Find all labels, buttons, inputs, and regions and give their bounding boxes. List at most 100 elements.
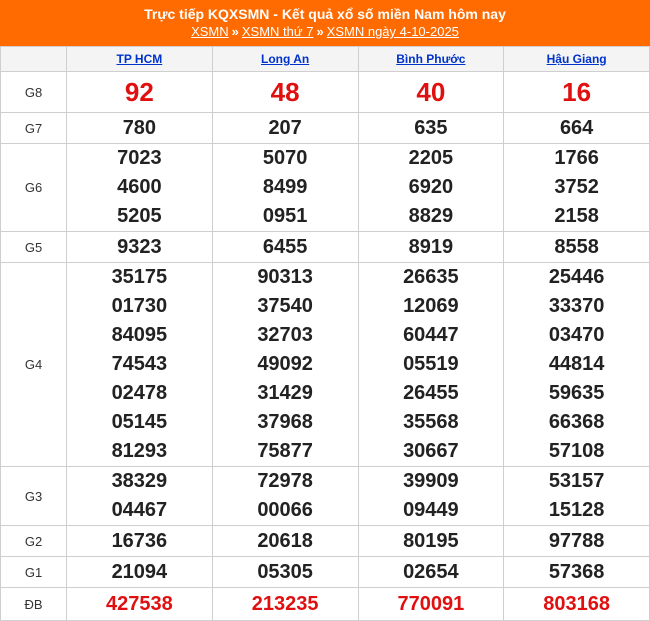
prize-number: 92 xyxy=(124,77,154,107)
prize-row: ĐB 427538 213235 770091 803168 xyxy=(0,587,650,621)
prize-row: G6 7023 4600 5205 5070 8499 0951 2205 6920 8829 17… xyxy=(0,143,650,232)
prize-cell: 92 xyxy=(66,71,213,113)
province-header: Bình Phước xyxy=(357,46,505,72)
prize-number: 97788 xyxy=(548,530,605,552)
prize-number: 20618 xyxy=(257,530,313,552)
prize-cell: 39909 09449 xyxy=(357,466,505,526)
prize-cell: 21094 xyxy=(66,556,213,588)
prize-label: G6 xyxy=(0,143,67,232)
prize-number: 90313 xyxy=(257,266,313,288)
prize-cell: 16 xyxy=(503,71,650,113)
prize-number: 26455 xyxy=(403,382,459,404)
prize-number: 4600 xyxy=(117,176,162,198)
province-header: Long An xyxy=(211,46,359,72)
prize-number: 02654 xyxy=(403,561,459,583)
prize-cell: 02654 xyxy=(357,556,505,588)
province-link-binh-phuoc[interactable]: Bình Phước xyxy=(396,52,465,66)
prize-number: 33370 xyxy=(548,295,605,317)
prize-cell: 1766 3752 2158 xyxy=(503,143,650,232)
prize-label: G8 xyxy=(0,71,67,113)
prize-label: G3 xyxy=(0,466,67,526)
prize-cell: 40 xyxy=(357,71,505,113)
prize-row: G3 38329 04467 72978 00066 39909 09449 53157 151… xyxy=(0,466,650,526)
prize-cell: 207 xyxy=(211,112,359,144)
prize-number: 26635 xyxy=(403,266,459,288)
prize-cell: 48 xyxy=(211,71,359,113)
prize-cell: 770091 xyxy=(357,587,505,621)
prize-number: 5070 xyxy=(262,147,308,169)
prize-number: 5205 xyxy=(117,205,162,227)
page-header: Trực tiếp KQXSMN - Kết quả xổ số miền Na… xyxy=(0,0,650,46)
prize-number: 213235 xyxy=(251,593,319,615)
prize-row: G4 35175 01730 84095 74543 02478 05145 81293 903… xyxy=(0,262,650,467)
prize-number: 02478 xyxy=(111,382,168,404)
prize-cell: 7023 4600 5205 xyxy=(66,143,213,232)
prize-row: G5 9323 6455 8919 8558 xyxy=(0,231,650,263)
province-link-hau-giang[interactable]: Hậu Giang xyxy=(547,52,607,66)
prize-cell: 6455 xyxy=(211,231,359,263)
prize-number: 39909 xyxy=(403,470,459,492)
prize-number: 3752 xyxy=(554,176,599,198)
prize-label: G4 xyxy=(0,262,67,467)
prize-row: G8 92 48 40 16 xyxy=(0,71,650,113)
province-link-tp-hcm[interactable]: TP HCM xyxy=(116,52,162,66)
prize-cell: 803168 xyxy=(503,587,650,621)
prize-column-header xyxy=(0,46,67,72)
breadcrumb-xsmn-thu7-link[interactable]: XSMN thứ 7 xyxy=(242,24,314,39)
prize-number: 60447 xyxy=(403,324,459,346)
prize-number: 8919 xyxy=(408,236,454,258)
prize-cell: 2205 6920 8829 xyxy=(357,143,505,232)
prize-number: 09449 xyxy=(403,499,459,521)
province-link-long-an[interactable]: Long An xyxy=(261,52,309,66)
prize-label: G2 xyxy=(0,525,67,557)
prize-number: 770091 xyxy=(397,593,465,615)
breadcrumb-separator: » xyxy=(316,24,324,39)
prize-cell: 25446 33370 03470 44814 59635 66368 57108 xyxy=(503,262,650,467)
prize-number: 12069 xyxy=(403,295,459,317)
prize-number: 74543 xyxy=(111,353,168,375)
prize-number: 635 xyxy=(414,117,448,139)
page-title: Trực tiếp KQXSMN - Kết quả xổ số miền Na… xyxy=(144,6,506,22)
prize-label: G1 xyxy=(0,556,67,588)
prize-number: 8558 xyxy=(554,236,599,258)
breadcrumb-xsmn-date-link[interactable]: XSMN ngày 4-10-2025 xyxy=(327,24,459,39)
prize-cell: 35175 01730 84095 74543 02478 05145 81293 xyxy=(66,262,213,467)
prize-number: 8499 xyxy=(262,176,308,198)
prize-number: 84095 xyxy=(111,324,168,346)
prize-cell: 8558 xyxy=(503,231,650,263)
prize-number: 04467 xyxy=(111,499,168,521)
prize-number: 72978 xyxy=(257,470,313,492)
prize-number: 6455 xyxy=(262,236,308,258)
prize-number: 57368 xyxy=(548,561,605,583)
prize-number: 35568 xyxy=(403,411,459,433)
prize-number: 81293 xyxy=(111,440,168,462)
prize-cell: 664 xyxy=(503,112,650,144)
prize-row: G7 780 207 635 664 xyxy=(0,112,650,144)
prize-number: 35175 xyxy=(111,266,168,288)
prize-number: 16 xyxy=(562,77,592,107)
prize-number: 21094 xyxy=(111,561,168,583)
prize-cell: 8919 xyxy=(357,231,505,263)
prize-cell: 427538 xyxy=(66,587,213,621)
prize-number: 75877 xyxy=(257,440,313,462)
breadcrumb-separator: » xyxy=(231,24,239,39)
prize-number: 80195 xyxy=(403,530,459,552)
prize-number: 37540 xyxy=(257,295,313,317)
prize-number: 780 xyxy=(122,117,157,139)
prize-number: 05305 xyxy=(257,561,313,583)
results-body: G8 92 48 40 16 G7 780 207 635 664 G6 7023 4600 5205 50… xyxy=(0,71,650,621)
prize-number: 15128 xyxy=(548,499,605,521)
province-header-row: TP HCM Long An Bình Phước Hậu Giang xyxy=(0,46,650,72)
breadcrumb-xsmn-link[interactable]: XSMN xyxy=(191,24,229,39)
prize-label: ĐB xyxy=(0,587,67,621)
prize-number: 16736 xyxy=(111,530,168,552)
prize-number: 6920 xyxy=(408,176,454,198)
prize-cell: 16736 xyxy=(66,525,213,557)
prize-label: G7 xyxy=(0,112,67,144)
province-header: Hậu Giang xyxy=(503,46,650,72)
breadcrumb: XSMN» XSMN thứ 7» XSMN ngày 4-10-2025 xyxy=(0,23,650,41)
prize-number: 49092 xyxy=(257,353,313,375)
prize-cell: 213235 xyxy=(211,587,359,621)
prize-cell: 05305 xyxy=(211,556,359,588)
province-header: TP HCM xyxy=(66,46,213,72)
